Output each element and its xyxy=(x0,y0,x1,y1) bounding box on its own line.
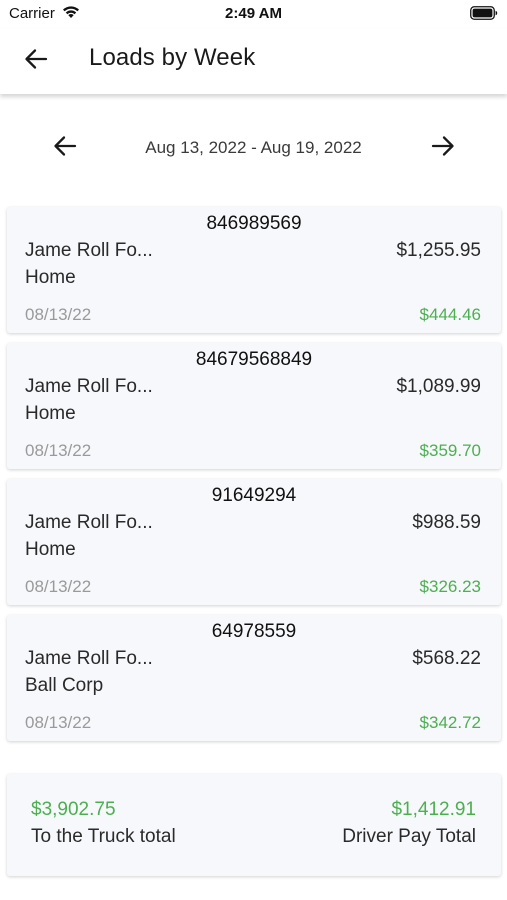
load-date: 08/13/22 xyxy=(25,577,92,596)
load-card[interactable]: 846989569 Jame Roll Fo... Home $1,255.95… xyxy=(7,207,501,333)
truck-total-value: $3,902.75 xyxy=(31,799,116,820)
customer-name: Jame Roll Fo... xyxy=(25,376,153,397)
load-list: 846989569 Jame Roll Fo... Home $1,255.95… xyxy=(7,207,501,751)
load-date: 08/13/22 xyxy=(25,713,92,732)
load-number: 64978559 xyxy=(211,621,297,642)
gross-amount: $568.22 xyxy=(412,648,481,669)
customer-name: Jame Roll Fo... xyxy=(25,512,153,533)
load-date: 08/13/22 xyxy=(25,441,92,460)
driver-pay-amount: $326.23 xyxy=(419,577,481,596)
arrow-right-icon xyxy=(431,135,455,162)
back-button[interactable] xyxy=(18,44,54,78)
destination-name: Ball Corp xyxy=(25,675,104,696)
truck-total-label: To the Truck total xyxy=(31,826,176,847)
load-card[interactable]: 91649294 Jame Roll Fo... Home $988.59 08… xyxy=(7,479,501,605)
battery-icon xyxy=(470,6,498,25)
app-bar: Loads by Week xyxy=(0,28,507,94)
destination-name: Home xyxy=(25,539,76,560)
driver-pay-amount: $444.46 xyxy=(419,305,481,324)
gross-amount: $988.59 xyxy=(412,512,481,533)
load-number: 84679568849 xyxy=(195,349,313,370)
load-card[interactable]: 84679568849 Jame Roll Fo... Home $1,089.… xyxy=(7,343,501,469)
destination-name: Home xyxy=(25,267,76,288)
gross-amount: $1,255.95 xyxy=(396,240,481,261)
week-navigator: Aug 13, 2022 - Aug 19, 2022 xyxy=(0,128,507,168)
driver-pay-amount: $359.70 xyxy=(419,441,481,460)
driver-pay-total-label: Driver Pay Total xyxy=(342,826,476,847)
status-time: 2:49 AM xyxy=(225,5,282,22)
driver-pay-total-value: $1,412.91 xyxy=(391,799,476,820)
load-date: 08/13/22 xyxy=(25,305,92,324)
arrow-left-icon xyxy=(24,48,48,75)
destination-name: Home xyxy=(25,403,76,424)
next-week-button[interactable] xyxy=(426,132,460,164)
status-bar: Carrier 2:49 AM xyxy=(0,0,507,28)
totals-card: $3,902.75 To the Truck total $1,412.91 D… xyxy=(7,774,501,876)
gross-amount: $1,089.99 xyxy=(396,376,481,397)
load-number: 91649294 xyxy=(211,485,297,506)
load-card[interactable]: 64978559 Jame Roll Fo... Ball Corp $568.… xyxy=(7,615,501,741)
page-title: Loads by Week xyxy=(89,44,256,71)
load-number: 846989569 xyxy=(206,213,302,234)
customer-name: Jame Roll Fo... xyxy=(25,240,153,261)
driver-pay-amount: $342.72 xyxy=(419,713,481,732)
customer-name: Jame Roll Fo... xyxy=(25,648,153,669)
